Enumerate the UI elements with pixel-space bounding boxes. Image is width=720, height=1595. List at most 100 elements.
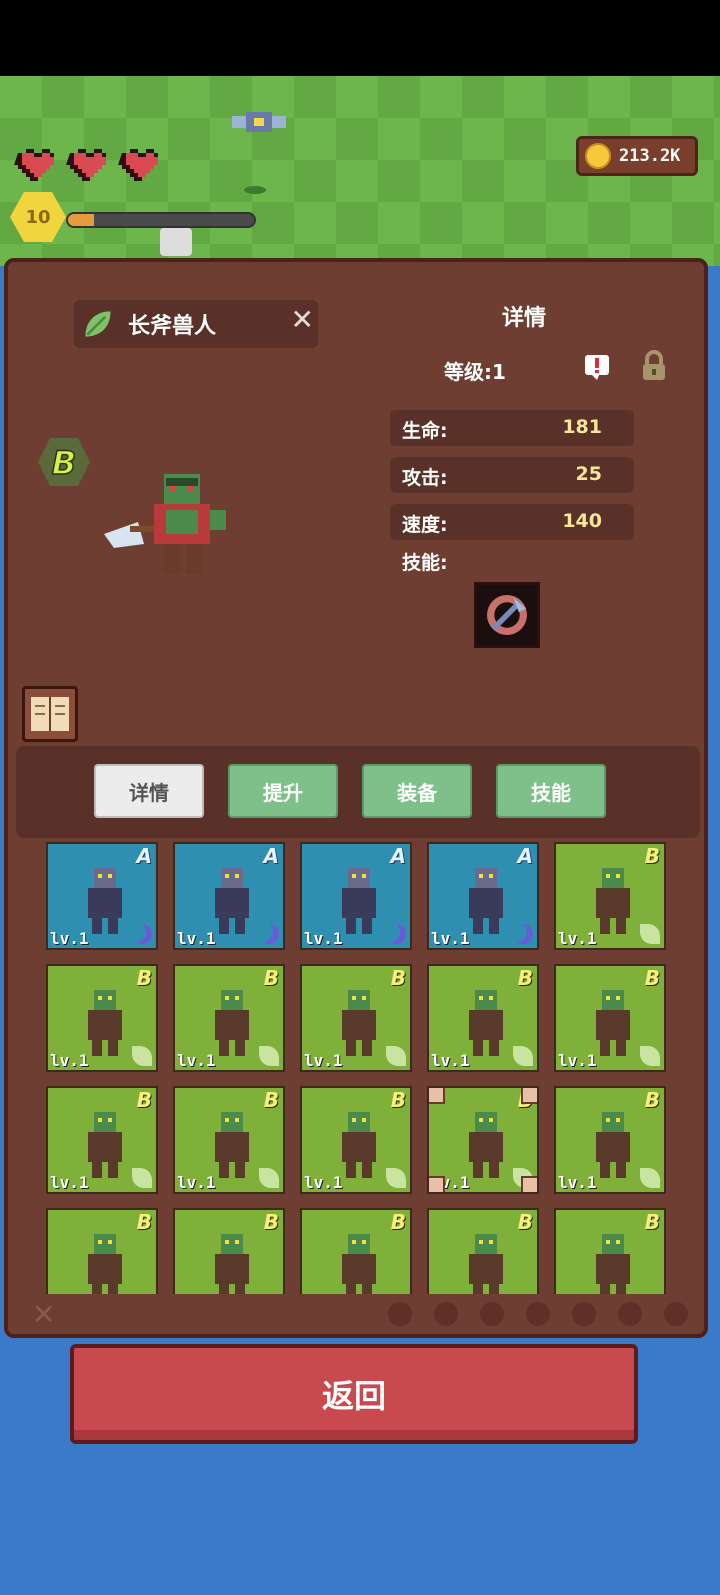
unit-card[interactable]: B — [554, 1208, 666, 1294]
unit-level: 等级:1 — [444, 360, 506, 384]
card-rank: B — [517, 1210, 533, 1234]
card-level: lv.1 — [558, 1051, 597, 1070]
card-level: lv.1 — [50, 1051, 89, 1070]
unit-card[interactable]: Alv.1 — [46, 842, 158, 950]
stat-speed: 速度: 140 — [390, 504, 634, 540]
leaf-element-icon — [640, 924, 660, 944]
stat-label: 速度: — [402, 514, 448, 536]
unit-card[interactable]: Blv.1 — [46, 964, 158, 1072]
unit-sprite — [596, 1112, 630, 1178]
unit-roster-grid: Alv.1 Alv.1 Alv.1 Alv.1 Blv.1 Blv.1 Blv.1 Blv.1… — [8, 842, 704, 1294]
card-level: lv.1 — [558, 1173, 597, 1192]
battlefield: 213.2K 10 — [0, 76, 720, 266]
unit-card[interactable]: B — [173, 1208, 285, 1294]
gold-counter: 213.2K — [576, 136, 698, 176]
leaf-element-icon — [513, 1046, 533, 1066]
card-rank: B — [644, 966, 660, 990]
back-button[interactable]: 返回 — [70, 1344, 638, 1444]
unit-sprite — [88, 990, 122, 1056]
unit-sprite — [342, 1234, 376, 1294]
clear-filter-icon[interactable]: ✕ — [32, 1298, 55, 1331]
stat-label: 攻击: — [402, 467, 448, 489]
unit-detail-panel: 长斧兽人 ✕ 详情 等级:1 生命: 181 攻击: 25 速度: 140 技能… — [4, 258, 708, 1338]
card-rank: B — [136, 966, 152, 990]
unit-sprite — [88, 868, 122, 934]
unit-card[interactable]: Blv.1 — [554, 964, 666, 1072]
unit-card[interactable]: B — [46, 1208, 158, 1294]
skill-axe-icon[interactable] — [474, 582, 540, 648]
moon-element-icon — [513, 924, 533, 944]
close-icon[interactable]: ✕ — [291, 306, 314, 334]
card-rank: B — [390, 1210, 406, 1234]
unit-sprite — [596, 1234, 630, 1294]
leaf-element-icon — [386, 1046, 406, 1066]
heart-icon — [118, 149, 158, 181]
card-rank: B — [263, 1088, 279, 1112]
tab-upgrade[interactable]: 提升 — [228, 764, 338, 818]
unit-sprite — [342, 1112, 376, 1178]
card-rank: A — [517, 844, 533, 868]
health-hearts — [14, 144, 166, 186]
unit-card[interactable]: Blv.1 — [554, 842, 666, 950]
rank-letter: B — [52, 444, 76, 482]
card-level: lv.1 — [558, 929, 597, 948]
tab-equipment[interactable]: 装备 — [362, 764, 472, 818]
card-level: lv.1 — [304, 929, 343, 948]
stat-value: 25 — [575, 463, 602, 485]
unit-card[interactable]: Blv.1 — [300, 964, 412, 1072]
shield-filter-icon[interactable] — [526, 1302, 550, 1326]
unit-card[interactable]: B — [427, 1208, 539, 1294]
leaf-element-icon — [259, 1168, 279, 1188]
stat-value: 140 — [562, 510, 602, 532]
unit-card[interactable]: Blv.1 — [427, 964, 539, 1072]
moon-element-icon — [386, 924, 406, 944]
card-rank: B — [644, 844, 660, 868]
lock-icon[interactable] — [640, 350, 668, 382]
card-rank: B — [517, 966, 533, 990]
enemy-sprite — [160, 228, 192, 256]
unit-sprite — [469, 1234, 503, 1294]
alert-icon[interactable] — [584, 354, 610, 380]
refresh-filter-icon[interactable] — [664, 1302, 688, 1326]
selection-corner — [521, 1176, 537, 1192]
unit-card[interactable]: Blv.1 — [173, 1086, 285, 1194]
leaf-icon — [85, 311, 111, 337]
book-icon — [31, 697, 69, 731]
unit-sprite — [596, 868, 630, 934]
leaf-element-icon — [640, 1046, 660, 1066]
unit-sprite — [469, 1112, 503, 1178]
unit-portrait — [104, 474, 226, 574]
unit-card[interactable]: Blv.1 — [300, 1086, 412, 1194]
unit-card[interactable]: B — [300, 1208, 412, 1294]
unit-card[interactable]: Blv.1 — [46, 1086, 158, 1194]
moon-element-icon — [259, 924, 279, 944]
leaf-element-icon — [259, 1046, 279, 1066]
card-level: lv.1 — [50, 1173, 89, 1192]
unit-card[interactable]: Blv.1 — [554, 1086, 666, 1194]
card-level: lv.1 — [431, 929, 470, 948]
card-rank: A — [390, 844, 406, 868]
unit-sprite — [88, 1234, 122, 1294]
filter-bar: ✕ — [8, 1292, 704, 1336]
fire-filter-icon[interactable] — [388, 1302, 412, 1326]
gear-filter-icon[interactable] — [618, 1302, 642, 1326]
unit-sprite — [215, 1112, 249, 1178]
codex-book-button[interactable] — [22, 686, 78, 742]
unit-card[interactable]: Blv.1 — [427, 1086, 539, 1194]
unit-name: 长斧兽人 — [128, 314, 217, 339]
flame-filter-icon[interactable] — [572, 1302, 596, 1326]
unit-card[interactable]: Blv.1 — [173, 964, 285, 1072]
water-filter-icon[interactable] — [480, 1302, 504, 1326]
tab-skills[interactable]: 技能 — [496, 764, 606, 818]
unit-sprite — [215, 1234, 249, 1294]
element-filters — [388, 1302, 688, 1326]
unit-card[interactable]: Alv.1 — [173, 842, 285, 950]
unit-card[interactable]: Alv.1 — [300, 842, 412, 950]
card-level: lv.1 — [304, 1051, 343, 1070]
earth-filter-icon[interactable] — [434, 1302, 458, 1326]
unit-sprite — [215, 868, 249, 934]
unit-card[interactable]: Alv.1 — [427, 842, 539, 950]
tab-details[interactable]: 详情 — [94, 764, 204, 818]
unit-sprite — [469, 990, 503, 1056]
unit-sprite — [342, 868, 376, 934]
